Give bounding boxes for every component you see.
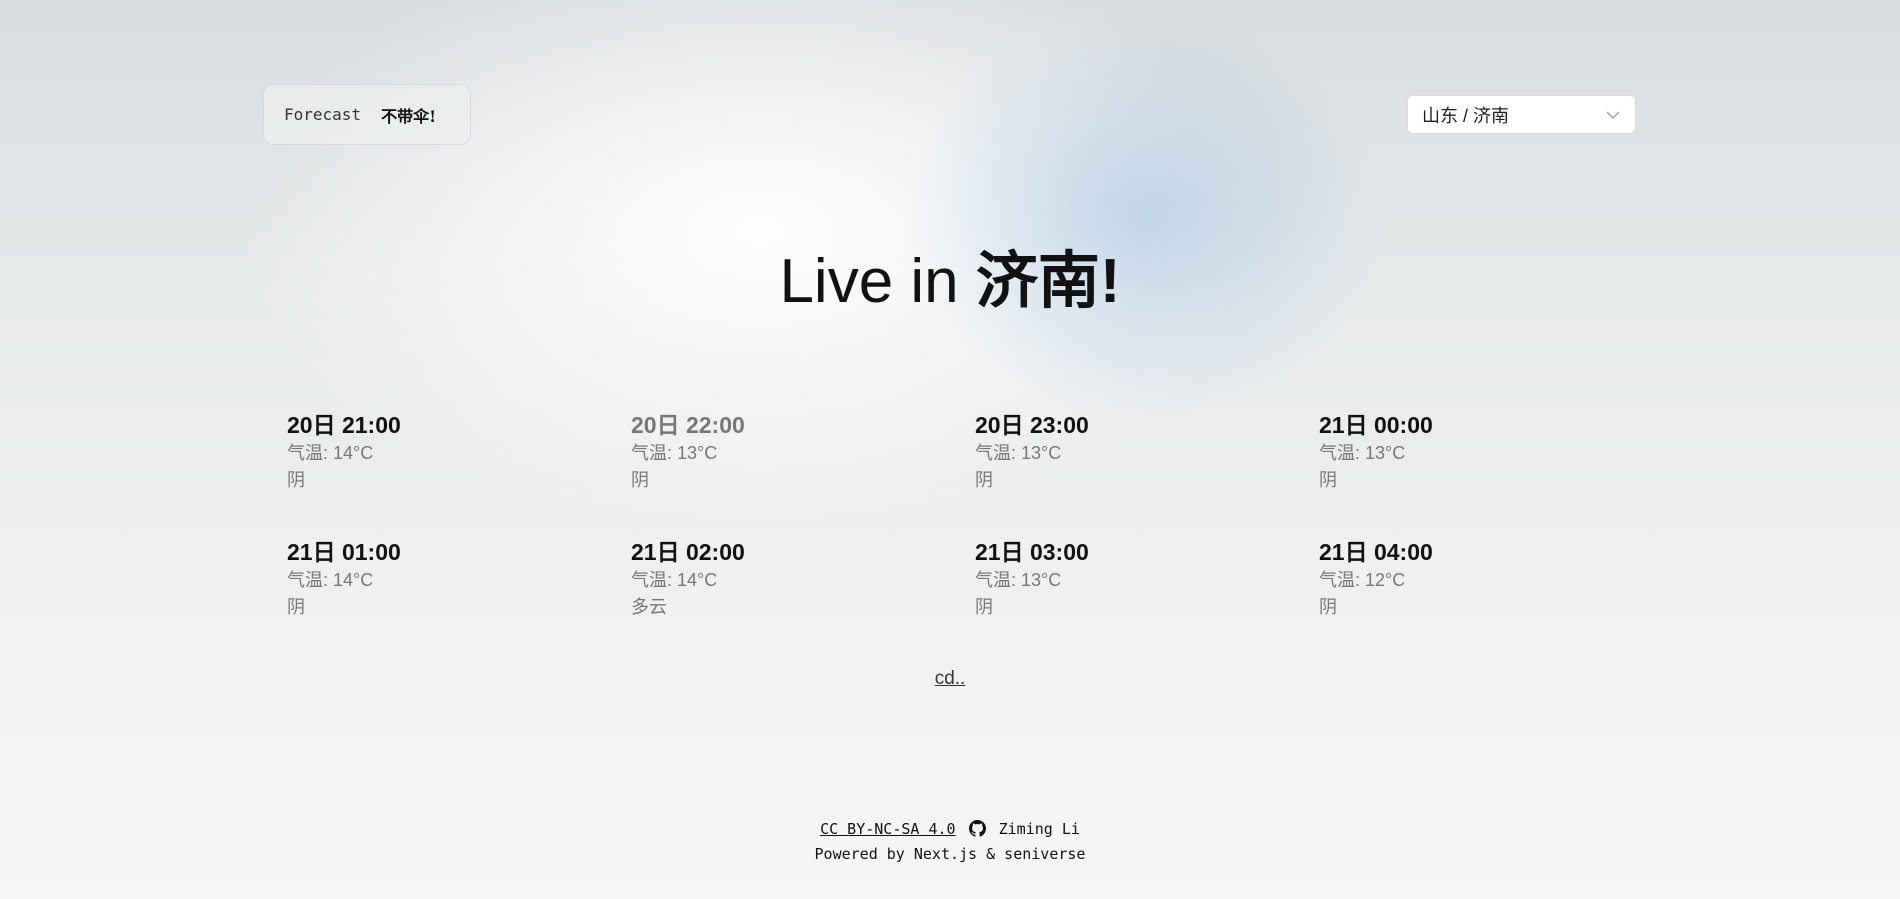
brand-label: Forecast bbox=[284, 105, 362, 124]
forecast-card: 21日 01:00 气温: 14°C 阴 bbox=[287, 537, 631, 632]
forecast-condition: 阴 bbox=[287, 470, 305, 490]
license-link[interactable]: CC BY-NC-SA 4.0 bbox=[820, 820, 955, 838]
brand-badge[interactable]: Forecast 不带伞! bbox=[263, 84, 471, 145]
footer: CC BY-NC-SA 4.0 Ziming Li Powered by Nex… bbox=[0, 817, 1900, 867]
forecast-temperature: 气温: 14°C bbox=[631, 570, 718, 590]
forecast-temperature: 气温: 13°C bbox=[975, 570, 1062, 590]
forecast-time: 21日 02:00 bbox=[631, 539, 745, 565]
forecast-condition: 阴 bbox=[975, 470, 993, 490]
more-link[interactable]: cd.. bbox=[935, 668, 966, 689]
forecast-card: 21日 02:00 气温: 14°C 多云 bbox=[631, 537, 975, 632]
forecast-temperature: 气温: 13°C bbox=[1319, 443, 1406, 463]
page-title-prefix: Live in bbox=[779, 247, 976, 316]
more-link-wrap: cd.. bbox=[0, 668, 1900, 690]
forecast-temperature: 气温: 12°C bbox=[1319, 570, 1406, 590]
location-select[interactable]: 山东 / 济南 bbox=[1407, 95, 1636, 134]
forecast-temperature: 气温: 14°C bbox=[287, 443, 374, 463]
forecast-condition: 阴 bbox=[1319, 470, 1337, 490]
forecast-condition: 多云 bbox=[631, 597, 667, 617]
forecast-condition: 阴 bbox=[1319, 597, 1337, 617]
forecast-condition: 阴 bbox=[287, 597, 305, 617]
footer-credits: CC BY-NC-SA 4.0 Ziming Li bbox=[0, 817, 1900, 842]
forecast-card: 20日 22:00 气温: 13°C 阴 bbox=[631, 410, 975, 505]
forecast-condition: 阴 bbox=[631, 470, 649, 490]
forecast-time: 21日 01:00 bbox=[287, 539, 401, 565]
powered-by: Powered by Next.js & seniverse bbox=[814, 845, 1086, 863]
author-name[interactable]: Ziming Li bbox=[999, 820, 1080, 838]
brand-tagline: 不带伞! bbox=[381, 106, 437, 126]
forecast-time: 21日 00:00 bbox=[1319, 412, 1433, 438]
forecast-time: 20日 21:00 bbox=[287, 412, 401, 438]
forecast-card: 21日 04:00 气温: 12°C 阴 bbox=[1319, 537, 1663, 632]
forecast-time: 20日 22:00 bbox=[631, 412, 745, 438]
forecast-card: 20日 21:00 气温: 14°C 阴 bbox=[287, 410, 631, 505]
forecast-time: 21日 04:00 bbox=[1319, 539, 1433, 565]
forecast-grid: 20日 21:00 气温: 14°C 阴 20日 22:00 气温: 13°C … bbox=[287, 410, 1687, 632]
github-icon[interactable] bbox=[968, 820, 986, 837]
forecast-card: 20日 23:00 气温: 13°C 阴 bbox=[975, 410, 1319, 505]
page-title-city: 济南! bbox=[975, 247, 1121, 316]
forecast-time: 21日 03:00 bbox=[975, 539, 1089, 565]
forecast-card: 21日 00:00 气温: 13°C 阴 bbox=[1319, 410, 1663, 505]
forecast-temperature: 气温: 13°C bbox=[975, 443, 1062, 463]
forecast-card: 21日 03:00 气温: 13°C 阴 bbox=[975, 537, 1319, 632]
chevron-down-icon bbox=[1606, 111, 1620, 119]
forecast-time: 20日 23:00 bbox=[975, 412, 1089, 438]
forecast-condition: 阴 bbox=[975, 597, 993, 617]
forecast-temperature: 气温: 13°C bbox=[631, 443, 718, 463]
forecast-temperature: 气温: 14°C bbox=[287, 570, 374, 590]
location-select-value: 山东 / 济南 bbox=[1422, 105, 1510, 126]
page-title: Live in 济南! bbox=[0, 230, 1900, 320]
